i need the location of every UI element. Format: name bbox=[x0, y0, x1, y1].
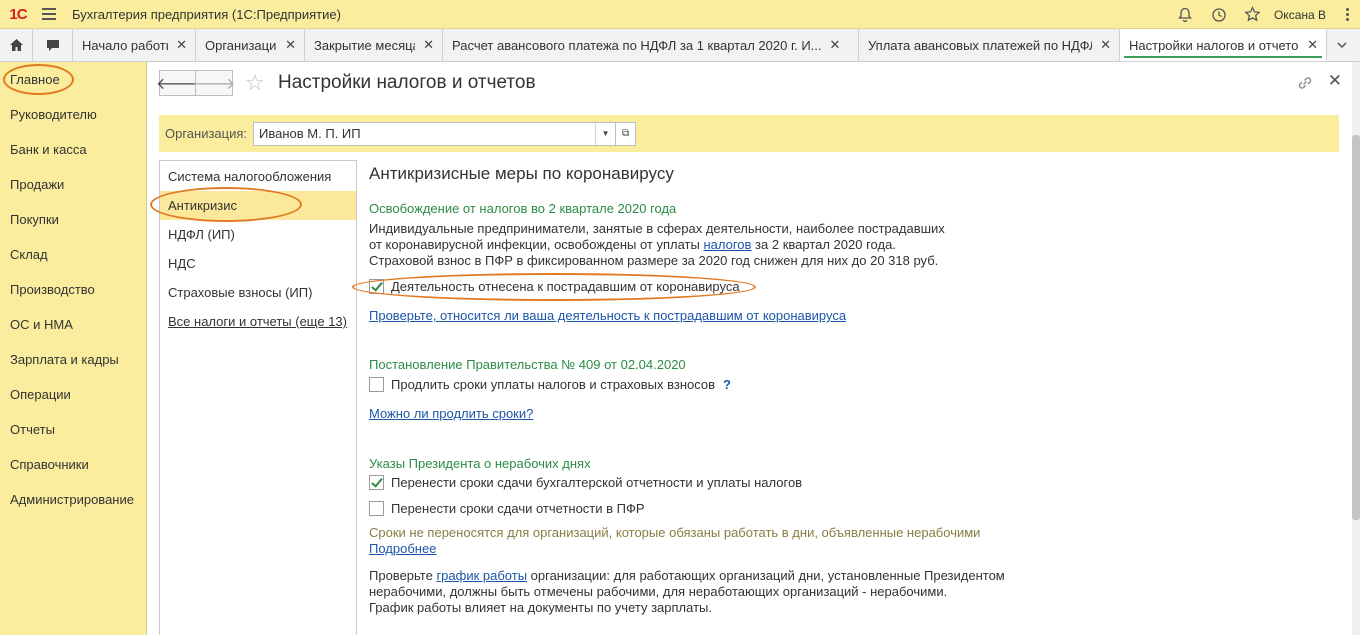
postpone-reporting-checkbox[interactable]: Перенести сроки сдачи бухгалтерской отче… bbox=[369, 475, 802, 490]
more-details-link[interactable]: Подробнее bbox=[369, 541, 436, 557]
settings-form: 🡐 🡒 ☆ Настройки налогов и отчетов ✕ Орга… bbox=[148, 62, 1360, 635]
tab-ndfl-advance-payment[interactable]: Уплата авансовых платежей по НДФЛ ✕ bbox=[859, 29, 1120, 61]
close-icon[interactable]: ✕ bbox=[285, 37, 296, 53]
organization-bar: Организация: Иванов М. П. ИП ▼ ⧉ bbox=[159, 115, 1339, 152]
tab-ndfl-advance-calc[interactable]: Расчет авансового платежа по НДФЛ за 1 к… bbox=[443, 29, 859, 61]
nav-insurance-contributions[interactable]: Страховые взносы (ИП) bbox=[160, 278, 356, 307]
close-icon[interactable]: ✕ bbox=[176, 37, 187, 53]
section-operations[interactable]: Операции bbox=[0, 377, 146, 412]
work-schedule-link[interactable]: график работы bbox=[436, 568, 527, 583]
organization-label: Организация: bbox=[165, 126, 248, 141]
checkbox-unchecked[interactable] bbox=[369, 501, 384, 516]
tab-organizations[interactable]: Организации ✕ bbox=[196, 29, 305, 61]
more-menu-icon[interactable] bbox=[1334, 8, 1360, 21]
deadlines-note: Сроки не переносятся для организаций, ко… bbox=[369, 525, 981, 540]
section-warehouse[interactable]: Склад bbox=[0, 237, 146, 272]
nav-anticrisis[interactable]: Антикризис bbox=[160, 191, 356, 220]
tab-month-closing[interactable]: Закрытие месяца ✕ bbox=[305, 29, 443, 61]
favorites-star-icon[interactable] bbox=[1236, 0, 1270, 29]
can-extend-link[interactable]: Можно ли продлить сроки? bbox=[369, 406, 533, 422]
checkbox-checked[interactable] bbox=[369, 279, 384, 294]
dropdown-arrow-icon[interactable]: ▼ bbox=[595, 122, 615, 145]
tax-exemption-title: Освобождение от налогов во 2 квартале 20… bbox=[369, 201, 677, 216]
checkbox-checked[interactable] bbox=[369, 475, 384, 490]
section-bank-cash[interactable]: Банк и касса bbox=[0, 132, 146, 167]
section-production[interactable]: Производство bbox=[0, 272, 146, 307]
work-schedule-description: Проверьте график работы организации: для… bbox=[369, 568, 1005, 615]
forward-button[interactable]: 🡒 bbox=[193, 70, 235, 96]
sections-panel: Главное Руководителю Банк и касса Продаж… bbox=[0, 62, 147, 635]
page-title: Настройки налогов и отчетов bbox=[278, 72, 536, 93]
checkbox-unchecked[interactable] bbox=[369, 377, 384, 392]
home-icon[interactable] bbox=[0, 29, 33, 61]
organization-field[interactable]: Иванов М. П. ИП ▼ bbox=[253, 121, 617, 146]
discussions-icon[interactable] bbox=[33, 29, 73, 61]
close-icon[interactable]: ✕ bbox=[423, 37, 434, 53]
section-main[interactable]: Главное bbox=[0, 62, 146, 97]
anticrisis-content: Антикризисные меры по коронавирусу Освоб… bbox=[369, 160, 1349, 635]
tabs-list-chevron-icon[interactable] bbox=[1327, 29, 1357, 61]
close-icon[interactable]: ✕ bbox=[1100, 37, 1111, 53]
settings-navigation: Система налогообложения Антикризис НДФЛ … bbox=[159, 160, 357, 635]
extend-deadlines-checkbox[interactable]: Продлить сроки уплаты налогов и страховы… bbox=[369, 377, 731, 392]
nav-ndfl-ip[interactable]: НДФЛ (ИП) bbox=[160, 220, 356, 249]
affected-activity-checkbox[interactable]: Деятельность отнесена к пострадавшим от … bbox=[369, 279, 740, 294]
president-decrees-title: Указы Президента о нерабочих днях bbox=[369, 456, 591, 471]
favorite-star-icon[interactable]: ☆ bbox=[245, 72, 265, 94]
section-manager[interactable]: Руководителю bbox=[0, 97, 146, 132]
section-sales[interactable]: Продажи bbox=[0, 167, 146, 202]
section-heading: Антикризисные меры по коронавирусу bbox=[369, 164, 674, 183]
close-form-icon[interactable]: ✕ bbox=[1328, 71, 1342, 91]
open-organization-icon[interactable]: ⧉ bbox=[616, 121, 637, 146]
bell-icon[interactable] bbox=[1168, 0, 1202, 29]
help-icon[interactable]: ? bbox=[723, 377, 731, 392]
app-title: Бухгалтерия предприятия (1С:Предприятие) bbox=[72, 6, 341, 22]
back-button[interactable]: 🡐 bbox=[156, 70, 199, 96]
section-reports[interactable]: Отчеты bbox=[0, 412, 146, 447]
open-windows-tabstrip: Начало работы ✕ Организации ✕ Закрытие мес… bbox=[0, 29, 1360, 62]
tab-tax-settings[interactable]: Настройки налогов и отчетов ✕ bbox=[1120, 29, 1327, 61]
taxes-link[interactable]: налогов bbox=[703, 237, 751, 252]
tab-start-page[interactable]: Начало работы ✕ bbox=[73, 29, 196, 61]
postpone-pfr-checkbox[interactable]: Перенести сроки сдачи отчетности в ПФР bbox=[369, 501, 645, 516]
app-logo[interactable]: 1С bbox=[0, 0, 36, 29]
close-icon[interactable]: ✕ bbox=[1307, 37, 1318, 53]
user-name[interactable]: Оксана В bbox=[1274, 8, 1326, 22]
section-catalogs[interactable]: Справочники bbox=[0, 447, 146, 482]
main-menu-icon[interactable] bbox=[36, 0, 62, 29]
section-administration[interactable]: Администрирование bbox=[0, 482, 146, 517]
history-icon[interactable] bbox=[1202, 0, 1236, 29]
nav-vat[interactable]: НДС bbox=[160, 249, 356, 278]
close-icon[interactable]: ✕ bbox=[830, 37, 841, 53]
link-icon[interactable] bbox=[1296, 74, 1316, 94]
scrollbar-thumb[interactable] bbox=[1352, 135, 1360, 520]
nav-tax-system[interactable]: Система налогообложения bbox=[160, 162, 356, 191]
exemption-description: Индивидуальные предприниматели, занятые … bbox=[369, 221, 945, 268]
section-fixed-assets[interactable]: ОС и НМА bbox=[0, 307, 146, 342]
section-purchases[interactable]: Покупки bbox=[0, 202, 146, 237]
check-activity-link[interactable]: Проверьте, относится ли ваша деятельност… bbox=[369, 308, 846, 324]
government-decree-title: Постановление Правительства № 409 от 02.… bbox=[369, 357, 686, 372]
nav-all-taxes-link[interactable]: Все налоги и отчеты (еще 13) bbox=[160, 307, 356, 336]
title-bar: 1С Бухгалтерия предприятия (1С:Предприят… bbox=[0, 0, 1360, 29]
section-payroll[interactable]: Зарплата и кадры bbox=[0, 342, 146, 377]
